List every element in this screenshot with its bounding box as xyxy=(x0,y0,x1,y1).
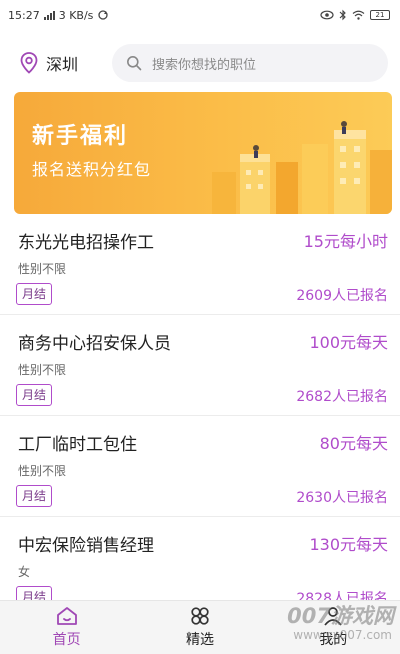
job-item[interactable]: 东光光电招操作工 15元每小时 性别不限 月结 2609人已报名 xyxy=(0,214,400,315)
battery-icon: 21 xyxy=(370,10,390,20)
job-title: 商务中心招安保人员 xyxy=(18,334,171,354)
job-salary: 130元每天 xyxy=(309,535,388,554)
applicant-count: 2609人已报名 xyxy=(296,288,388,304)
search-icon xyxy=(127,56,142,71)
watermark-text: 007游戏网 xyxy=(287,604,394,628)
tab-home[interactable]: 首页 xyxy=(0,601,133,654)
job-title: 中宏保险销售经理 xyxy=(18,536,154,556)
job-title: 工厂临时工包住 xyxy=(18,435,137,455)
bluetooth-icon xyxy=(339,9,346,21)
job-salary: 100元每天 xyxy=(309,333,388,352)
status-right: 21 xyxy=(320,9,390,21)
status-time: 15:27 xyxy=(8,8,40,22)
wifi-icon xyxy=(352,10,365,20)
city-buildings-illustration xyxy=(212,121,392,214)
job-item[interactable]: 商务中心招安保人员 100元每天 性别不限 月结 2682人已报名 xyxy=(0,315,400,416)
payment-tag: 月结 xyxy=(16,384,53,406)
eye-icon xyxy=(320,10,334,20)
tab-featured[interactable]: 精选 xyxy=(133,601,266,654)
sync-icon xyxy=(98,10,109,20)
banner-subtitle: 报名送积分红包 xyxy=(32,160,152,179)
job-salary: 80元每天 xyxy=(319,434,388,453)
header: 深圳 搜索你想找的职位 xyxy=(0,38,400,88)
search-placeholder: 搜索你想找的职位 xyxy=(152,57,257,73)
job-list: 东光光电招操作工 15元每小时 性别不限 月结 2609人已报名 商务中心招安保… xyxy=(0,214,400,618)
job-title: 东光光电招操作工 xyxy=(18,233,154,253)
banner-title: 新手福利 xyxy=(32,124,129,149)
applicant-count: 2630人已报名 xyxy=(296,490,388,506)
status-bar: 15:27 3 KB/s 21 xyxy=(0,0,400,30)
tab-label: 首页 xyxy=(52,632,81,648)
city-name: 深圳 xyxy=(46,55,79,74)
network-speed: 3 KB/s xyxy=(58,8,94,22)
job-requirement: 性别不限 xyxy=(18,464,67,478)
city-selector[interactable]: 深圳 xyxy=(20,51,112,75)
job-requirement: 性别不限 xyxy=(18,363,67,377)
payment-tag: 月结 xyxy=(16,283,53,305)
home-icon xyxy=(56,607,77,625)
clover-icon xyxy=(191,607,209,625)
payment-tag: 月结 xyxy=(16,485,53,507)
tab-label: 精选 xyxy=(185,632,214,648)
applicant-count: 2682人已报名 xyxy=(296,389,388,405)
search-bar[interactable]: 搜索你想找的职位 xyxy=(112,44,388,82)
job-item[interactable]: 工厂临时工包住 80元每天 性别不限 月结 2630人已报名 xyxy=(0,416,400,517)
job-salary: 15元每小时 xyxy=(303,232,388,251)
job-requirement: 性别不限 xyxy=(18,262,67,276)
status-left: 15:27 3 KB/s xyxy=(8,9,109,22)
job-requirement: 女 xyxy=(18,565,31,579)
promo-banner[interactable]: 新手福利 报名送积分红包 xyxy=(14,92,392,214)
signal-icon xyxy=(43,10,55,20)
location-pin-icon xyxy=(20,52,38,74)
watermark-url: www.yx007.com xyxy=(293,628,392,642)
